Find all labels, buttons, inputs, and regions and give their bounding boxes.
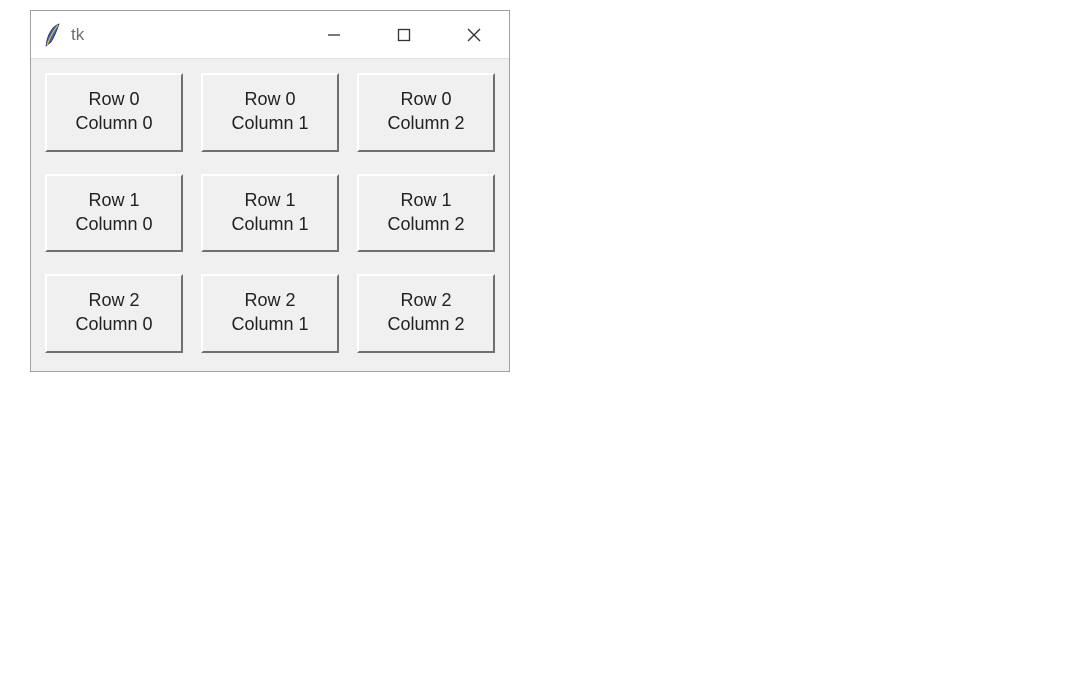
close-button[interactable]: [439, 11, 509, 59]
application-window: tk Row 0 Column 0 Row 0 Column 1 Row 0 C…: [30, 10, 510, 372]
grid-button-r2-c0[interactable]: Row 2 Column 0: [45, 274, 183, 353]
grid-button-r0-c2[interactable]: Row 0 Column 2: [357, 73, 495, 152]
tk-feather-icon: [43, 22, 61, 48]
maximize-button[interactable]: [369, 11, 439, 59]
grid-button-r1-c0[interactable]: Row 1 Column 0: [45, 174, 183, 253]
title-left: tk: [31, 22, 84, 48]
window-title: tk: [71, 25, 84, 45]
grid-button-r2-c2[interactable]: Row 2 Column 2: [357, 274, 495, 353]
grid-button-r2-c1[interactable]: Row 2 Column 1: [201, 274, 339, 353]
titlebar: tk: [31, 11, 509, 59]
button-grid: Row 0 Column 0 Row 0 Column 1 Row 0 Colu…: [45, 73, 495, 353]
minimize-button[interactable]: [299, 11, 369, 59]
grid-button-r0-c0[interactable]: Row 0 Column 0: [45, 73, 183, 152]
grid-button-r1-c2[interactable]: Row 1 Column 2: [357, 174, 495, 253]
window-content: Row 0 Column 0 Row 0 Column 1 Row 0 Colu…: [31, 59, 509, 371]
grid-button-r1-c1[interactable]: Row 1 Column 1: [201, 174, 339, 253]
grid-button-r0-c1[interactable]: Row 0 Column 1: [201, 73, 339, 152]
window-controls: [299, 11, 509, 58]
